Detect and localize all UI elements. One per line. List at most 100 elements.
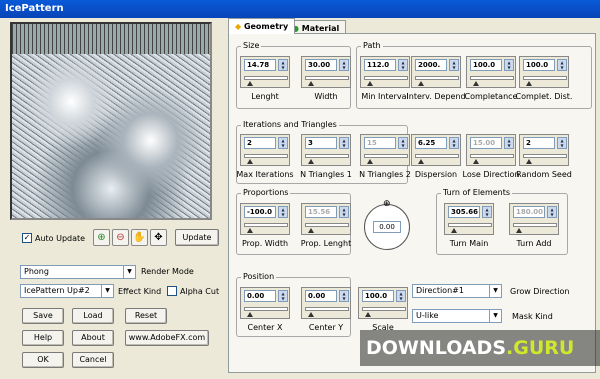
scale-value[interactable]: 100.0 <box>362 290 394 302</box>
spin-arrows-icon[interactable]: ▲ ▼ <box>278 137 288 149</box>
random-seed-slider-thumb[interactable] <box>526 159 532 164</box>
tab-geometry[interactable]: ◆ Geometry <box>228 18 296 34</box>
prop-width-value[interactable]: -100.0 <box>244 206 276 218</box>
length-slider-thumb[interactable] <box>247 81 253 86</box>
completance-slider-track[interactable] <box>470 76 514 80</box>
turn-main-control[interactable]: 305.66 ▲ ▼ <box>444 203 494 235</box>
website-button[interactable]: www.AdobeFX.com <box>125 330 209 346</box>
turn-add-value[interactable]: 180.00 <box>513 206 545 218</box>
about-button[interactable]: About <box>72 330 114 346</box>
width-slider-thumb[interactable] <box>308 81 314 86</box>
n-triangles-2-slider-thumb[interactable] <box>367 159 373 164</box>
dispersion-slider-track[interactable] <box>415 154 459 158</box>
n-triangles-1-slider-track[interactable] <box>305 154 349 158</box>
n-triangles-2-slider-track[interactable] <box>364 154 408 158</box>
max-iterations-slider-track[interactable] <box>244 154 288 158</box>
spin-arrows-icon[interactable]: ▲ ▼ <box>398 137 408 149</box>
length-slider-track[interactable] <box>244 76 288 80</box>
ok-button[interactable]: OK <box>22 352 64 368</box>
spin-arrows-icon[interactable]: ▲ ▼ <box>504 59 514 71</box>
max-iterations-control[interactable]: 2 ▲ ▼ <box>240 134 290 166</box>
spin-arrows-icon[interactable]: ▲ ▼ <box>278 290 288 302</box>
min-interval-value[interactable]: 112.0 <box>364 59 396 71</box>
prop-width-control[interactable]: -100.0 ▲ ▼ <box>240 203 290 235</box>
center-x-control[interactable]: 0.00 ▲ ▼ <box>240 287 290 319</box>
center-x-slider-track[interactable] <box>244 307 288 311</box>
spin-arrows-icon[interactable]: ▲ ▼ <box>396 290 406 302</box>
random-seed-control[interactable]: 2 ▲ ▼ <box>519 134 569 166</box>
lose-direction-control[interactable]: 15.00 ▲ ▼ <box>466 134 516 166</box>
spin-arrows-icon[interactable]: ▲ ▼ <box>339 290 349 302</box>
complet-dist-value[interactable]: 100.0 <box>523 59 555 71</box>
dispersion-value[interactable]: 6.25 <box>415 137 447 149</box>
prop-width-slider-thumb[interactable] <box>247 228 253 233</box>
scale-control[interactable]: 100.0 ▲ ▼ <box>358 287 408 319</box>
alpha-cut-checkbox[interactable] <box>167 286 177 296</box>
prop-length-control[interactable]: 15.56 ▲ ▼ <box>301 203 351 235</box>
load-button[interactable]: Load <box>72 308 114 324</box>
spin-arrows-icon[interactable]: ▲ ▼ <box>449 59 459 71</box>
spin-arrows-icon[interactable]: ▲ ▼ <box>557 137 567 149</box>
save-button[interactable]: Save <box>22 308 64 324</box>
zoom-out-icon[interactable]: ⊖ <box>112 229 129 246</box>
prop-length-slider-track[interactable] <box>305 223 349 227</box>
width-value[interactable]: 30.00 <box>305 59 337 71</box>
n-triangles-2-value[interactable]: 15 <box>364 137 396 149</box>
completance-value[interactable]: 100.0 <box>470 59 502 71</box>
turn-main-slider-thumb[interactable] <box>451 228 457 233</box>
center-x-slider-thumb[interactable] <box>247 312 253 317</box>
min-interval-slider-track[interactable] <box>364 76 408 80</box>
min-interval-control[interactable]: 112.0 ▲ ▼ <box>360 56 410 88</box>
turn-add-control[interactable]: 180.00 ▲ ▼ <box>509 203 559 235</box>
mask-kind-select[interactable]: U-like ▼ <box>412 309 502 323</box>
spin-arrows-icon[interactable]: ▲ ▼ <box>398 59 408 71</box>
interv-depend-slider-track[interactable] <box>415 76 459 80</box>
lose-direction-slider-thumb[interactable] <box>473 159 479 164</box>
lose-direction-slider-track[interactable] <box>470 154 514 158</box>
help-button[interactable]: Help <box>22 330 64 346</box>
spin-arrows-icon[interactable]: ▲ ▼ <box>449 137 459 149</box>
dial-value[interactable]: 0.00 <box>373 221 401 233</box>
scale-slider-thumb[interactable] <box>365 312 371 317</box>
turn-add-slider-thumb[interactable] <box>516 228 522 233</box>
spin-arrows-icon[interactable]: ▲ ▼ <box>557 59 567 71</box>
complet-dist-slider-thumb[interactable] <box>526 81 532 86</box>
spin-arrows-icon[interactable]: ▲ ▼ <box>278 59 288 71</box>
complet-dist-slider-track[interactable] <box>523 76 567 80</box>
render-mode-select[interactable]: Phong ▼ <box>20 265 136 279</box>
center-y-slider-track[interactable] <box>305 307 349 311</box>
spin-arrows-icon[interactable]: ▲ ▼ <box>547 206 557 218</box>
random-seed-value[interactable]: 2 <box>523 137 555 149</box>
interv-depend-value[interactable]: 2000. <box>415 59 447 71</box>
auto-update-checkbox[interactable]: ✓ <box>22 233 32 243</box>
interv-depend-control[interactable]: 2000. ▲ ▼ <box>411 56 461 88</box>
n-triangles-2-control[interactable]: 15 ▲ ▼ <box>360 134 410 166</box>
max-iterations-value[interactable]: 2 <box>244 137 276 149</box>
max-iterations-slider-thumb[interactable] <box>247 159 253 164</box>
spin-arrows-icon[interactable]: ▲ ▼ <box>339 59 349 71</box>
turn-main-value[interactable]: 305.66 <box>448 206 480 218</box>
spin-arrows-icon[interactable]: ▲ ▼ <box>278 206 288 218</box>
width-control[interactable]: 30.00 ▲ ▼ <box>301 56 351 88</box>
move-icon[interactable]: ✥ <box>150 229 167 246</box>
interv-depend-slider-thumb[interactable] <box>418 81 424 86</box>
n-triangles-1-value[interactable]: 3 <box>305 137 337 149</box>
turn-main-slider-track[interactable] <box>448 223 492 227</box>
center-y-value[interactable]: 0.00 <box>305 290 337 302</box>
dispersion-control[interactable]: 6.25 ▲ ▼ <box>411 134 461 166</box>
turn-add-slider-track[interactable] <box>513 223 557 227</box>
length-value[interactable]: 14.78 <box>244 59 276 71</box>
rotation-dial[interactable]: ⊕ 0.00 <box>364 199 410 250</box>
cancel-button[interactable]: Cancel <box>72 352 114 368</box>
hand-icon[interactable]: ✋ <box>131 229 148 246</box>
spin-arrows-icon[interactable]: ▲ ▼ <box>339 137 349 149</box>
zoom-in-icon[interactable]: ⊕ <box>93 229 110 246</box>
spin-arrows-icon[interactable]: ▲ ▼ <box>482 206 492 218</box>
update-button[interactable]: Update <box>175 229 219 246</box>
reset-button[interactable]: Reset <box>125 308 167 324</box>
min-interval-slider-thumb[interactable] <box>367 81 373 86</box>
center-y-control[interactable]: 0.00 ▲ ▼ <box>301 287 351 319</box>
random-seed-slider-track[interactable] <box>523 154 567 158</box>
effect-kind-select[interactable]: IcePattern Up#2 ▼ <box>20 284 114 298</box>
grow-direction-select[interactable]: Direction#1 ▼ <box>412 284 502 298</box>
